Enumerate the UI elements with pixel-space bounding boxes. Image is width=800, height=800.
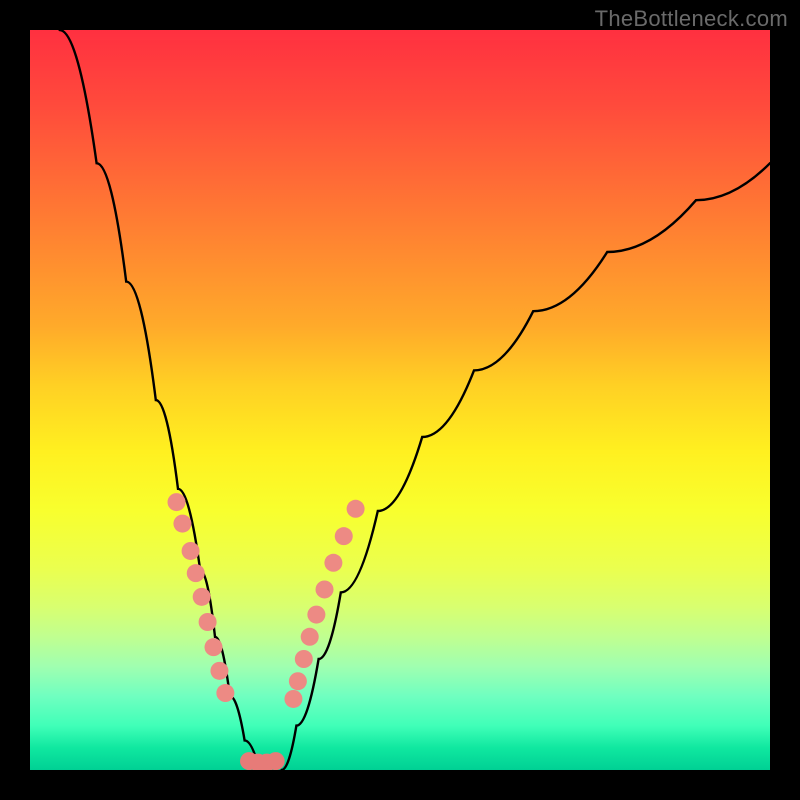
bottom-dot-cluster (240, 752, 285, 770)
data-point (216, 684, 234, 702)
data-point (182, 542, 200, 560)
data-point (295, 650, 313, 668)
curve-group (60, 30, 770, 770)
right-curve (282, 163, 770, 770)
data-point (284, 690, 302, 708)
chart-svg (30, 30, 770, 770)
data-point (267, 752, 285, 770)
data-point (168, 493, 186, 511)
data-point (289, 672, 307, 690)
data-point (335, 527, 353, 545)
data-point (301, 628, 319, 646)
chart-frame: TheBottleneck.com (0, 0, 800, 800)
data-point (324, 554, 342, 572)
data-point (316, 580, 334, 598)
data-point (199, 613, 217, 631)
plot-area (30, 30, 770, 770)
left-curve (60, 30, 260, 770)
data-point (307, 606, 325, 624)
right-dot-cluster (284, 500, 364, 708)
data-point (193, 588, 211, 606)
data-point (347, 500, 365, 518)
left-dot-cluster (168, 493, 235, 702)
data-point (210, 662, 228, 680)
data-point (173, 515, 191, 533)
data-point (187, 564, 205, 582)
data-point (205, 638, 223, 656)
watermark-text: TheBottleneck.com (595, 6, 788, 32)
